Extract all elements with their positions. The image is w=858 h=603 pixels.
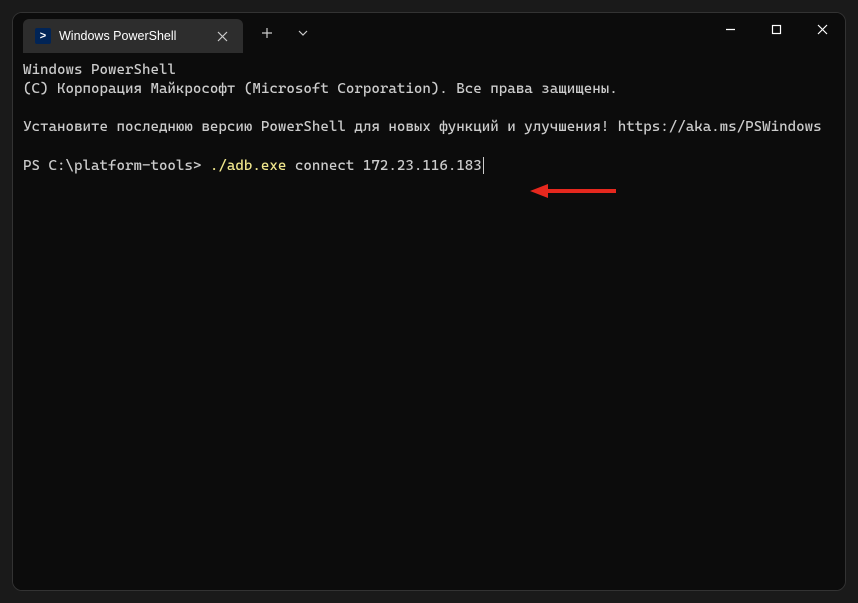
maximize-button[interactable] bbox=[753, 13, 799, 45]
output-line bbox=[23, 138, 835, 157]
minimize-button[interactable] bbox=[707, 13, 753, 45]
terminal-output[interactable]: Windows PowerShell (C) Корпорация Майкро… bbox=[13, 53, 845, 590]
output-line: Установите последнюю версию PowerShell д… bbox=[23, 118, 835, 137]
command-exe: ./adb.exe bbox=[210, 158, 286, 174]
new-tab-button[interactable] bbox=[251, 17, 283, 49]
terminal-window: Windows PowerShell Windows bbox=[12, 12, 846, 591]
close-button[interactable] bbox=[799, 13, 845, 45]
command-args: connect 172.23.116.183 bbox=[286, 158, 481, 174]
output-line: Windows PowerShell bbox=[23, 61, 835, 80]
cursor bbox=[483, 157, 485, 174]
window-controls bbox=[707, 13, 845, 45]
tab-actions bbox=[251, 17, 319, 49]
prompt-text: PS C:\platform-tools> bbox=[23, 158, 210, 174]
tab-dropdown-button[interactable] bbox=[287, 17, 319, 49]
prompt-line: PS C:\platform-tools> ./adb.exe connect … bbox=[23, 158, 484, 174]
titlebar: Windows PowerShell bbox=[13, 13, 845, 53]
output-line: (C) Корпорация Майкрософт (Microsoft Cor… bbox=[23, 80, 835, 99]
powershell-icon bbox=[35, 28, 51, 44]
tab-powershell[interactable]: Windows PowerShell bbox=[23, 19, 243, 53]
tab-title: Windows PowerShell bbox=[59, 29, 205, 43]
output-line bbox=[23, 99, 835, 118]
tab-close-button[interactable] bbox=[213, 27, 231, 45]
